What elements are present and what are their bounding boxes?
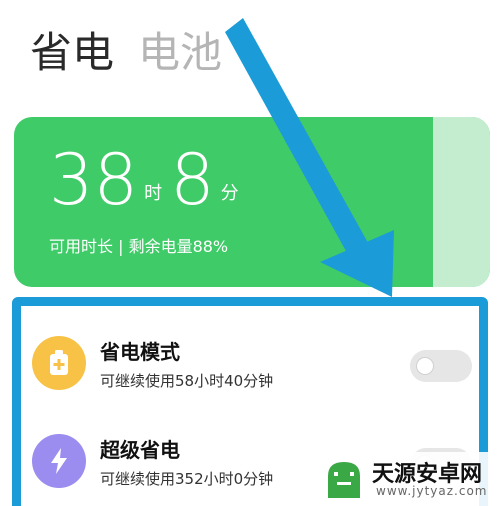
watermark: 天源安卓网 www.jytyaz.com xyxy=(318,452,500,506)
tab-bar: 省电 电池 xyxy=(30,28,222,78)
watermark-url: www.jytyaz.com xyxy=(376,484,488,498)
android-logo-icon xyxy=(328,462,360,498)
minutes-value: 8 xyxy=(170,139,215,221)
remaining-time: 38 时 8 分 xyxy=(49,145,247,215)
minutes-unit: 分 xyxy=(220,183,239,204)
battery-status-text: 可用时长 | 剩余电量88% xyxy=(49,237,229,256)
hours-value: 38 xyxy=(49,139,139,221)
tab-power-saving[interactable]: 省电 xyxy=(30,28,114,78)
battery-level-fill xyxy=(432,117,490,287)
tab-battery[interactable]: 电池 xyxy=(138,28,222,78)
battery-card: 38 时 8 分 可用时长 | 剩余电量88% xyxy=(14,117,490,287)
hours-unit: 时 xyxy=(144,183,163,204)
